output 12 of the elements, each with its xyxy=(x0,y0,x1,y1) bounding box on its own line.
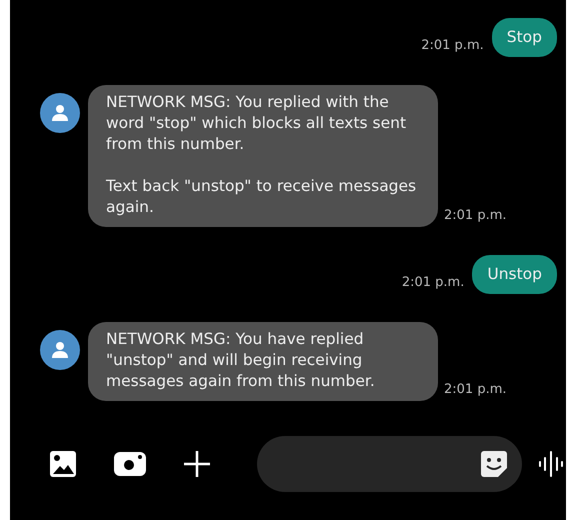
timestamp: 2:01 p.m. xyxy=(444,382,507,397)
message-text: NETWORK MSG: You replied with the word "stop" which blocks all texts sent from this number. xyxy=(106,92,408,155)
timestamp: 2:01 p.m. xyxy=(402,275,464,290)
sticker-icon[interactable] xyxy=(480,450,508,478)
timestamp: 2:01 p.m. xyxy=(444,208,507,223)
avatar-icon[interactable] xyxy=(40,93,80,133)
sent-message-bubble[interactable]: Unstop xyxy=(472,255,557,294)
timestamp: 2:01 p.m. xyxy=(421,38,484,53)
sent-message-bubble[interactable]: Stop xyxy=(492,18,557,57)
message-text: Text back "unstop" to receive messages again. xyxy=(106,176,418,218)
message-text: NETWORK MSG: You have replied "unstop" and will begin receiving messages again from this number. xyxy=(106,329,376,392)
avatar-icon[interactable] xyxy=(40,330,80,370)
